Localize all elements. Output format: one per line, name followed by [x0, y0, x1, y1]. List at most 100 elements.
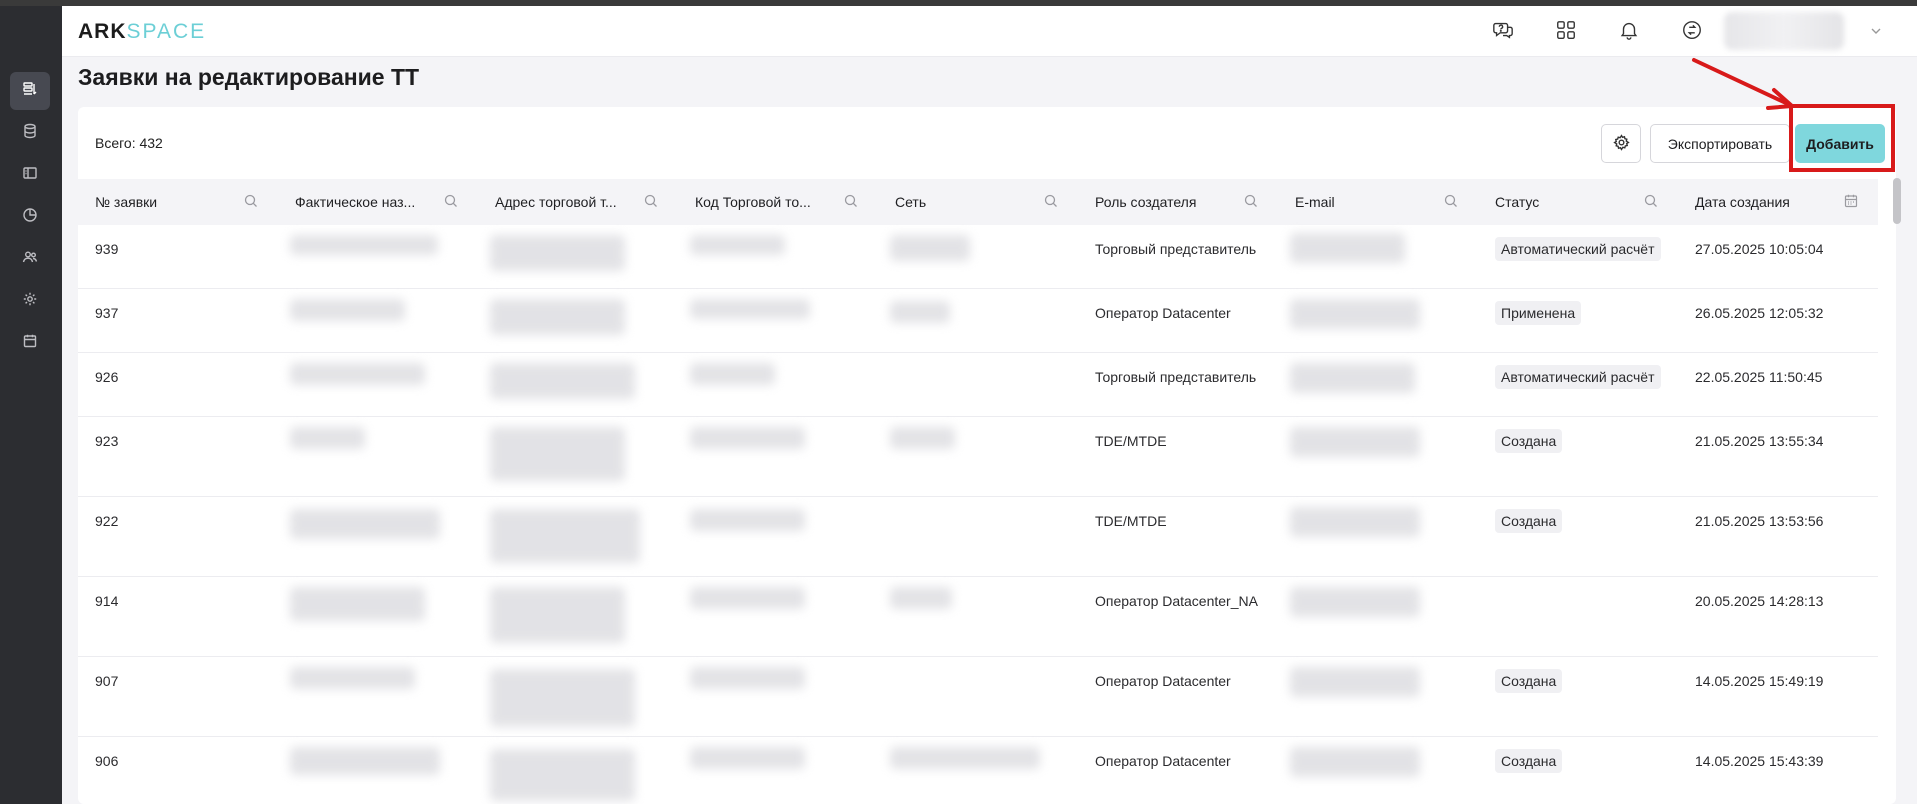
- redacted-cell: [1290, 233, 1405, 263]
- redacted-cell: [290, 235, 438, 255]
- table-row[interactable]: 907 Оператор Datacenter Создана 14.05.20…: [78, 657, 1878, 737]
- table-row[interactable]: 939 Торговый представитель Автоматически…: [78, 225, 1878, 289]
- top-header: ARKSPACE: [62, 6, 1917, 57]
- requests-icon: [22, 81, 38, 102]
- status-badge: Создана: [1495, 429, 1563, 453]
- table-row[interactable]: 906 Оператор Datacenter Создана 14.05.20…: [78, 737, 1878, 804]
- redacted-cell: [690, 667, 805, 689]
- column-header-creator-role[interactable]: Роль создателя: [1095, 179, 1196, 225]
- redacted-cell: [1290, 587, 1420, 617]
- redacted-cell: [1290, 427, 1420, 457]
- layout-icon: [22, 165, 38, 186]
- column-header-actual-name[interactable]: Фактическое наз...: [295, 179, 415, 225]
- search-icon[interactable]: [1043, 193, 1059, 209]
- column-header-status[interactable]: Статус: [1495, 179, 1539, 225]
- redacted-cell: [490, 427, 625, 481]
- cell-id: 906: [95, 753, 119, 769]
- redacted-cell: [1290, 507, 1420, 537]
- search-icon[interactable]: [1443, 193, 1459, 209]
- table-row[interactable]: 937 Оператор Datacenter Применена 26.05.…: [78, 289, 1878, 353]
- cell-date: 22.05.2025 11:50:45: [1695, 369, 1823, 385]
- sync-button[interactable]: [1680, 20, 1704, 44]
- cell-id: 923: [95, 433, 119, 449]
- cell-role: Оператор Datacenter: [1095, 673, 1231, 689]
- search-icon[interactable]: [643, 193, 659, 209]
- status-badge: Создана: [1495, 749, 1563, 773]
- database-icon: [22, 123, 38, 144]
- app-logo[interactable]: ARKSPACE: [78, 20, 206, 44]
- table-settings-button[interactable]: [1601, 124, 1641, 163]
- sidebar-item-calendar[interactable]: [10, 324, 50, 362]
- cell-role: TDE/MTDE: [1095, 433, 1167, 449]
- redacted-cell: [490, 509, 640, 563]
- sidebar-item-database[interactable]: [10, 114, 50, 152]
- search-icon[interactable]: [443, 193, 459, 209]
- cell-date: 14.05.2025 15:43:39: [1695, 753, 1824, 769]
- search-icon[interactable]: [243, 193, 259, 209]
- sidebar-item-settings[interactable]: [10, 282, 50, 320]
- column-header-address[interactable]: Адрес торговой т...: [495, 179, 617, 225]
- redacted-cell: [490, 669, 635, 727]
- redacted-cell: [290, 747, 440, 775]
- search-icon[interactable]: [1243, 193, 1259, 209]
- export-button[interactable]: Экспортировать: [1650, 124, 1790, 163]
- column-header-network[interactable]: Сеть: [895, 179, 926, 225]
- help-chat-button[interactable]: [1491, 20, 1515, 44]
- status-badge: Создана: [1495, 669, 1563, 693]
- settings-icon: [22, 291, 38, 312]
- sidebar-item-layout[interactable]: [10, 156, 50, 194]
- table-row[interactable]: 926 Торговый представитель Автоматически…: [78, 353, 1878, 417]
- redacted-cell: [290, 363, 425, 385]
- column-header-outlet-code[interactable]: Код Торговой то...: [695, 179, 811, 225]
- sidebar-item-analytics[interactable]: [10, 198, 50, 236]
- logo-text-ark: ARK: [78, 20, 127, 43]
- redacted-cell: [690, 299, 810, 319]
- notifications-button[interactable]: [1617, 20, 1641, 44]
- redacted-cell: [690, 747, 805, 769]
- redacted-cell: [490, 299, 625, 335]
- add-button[interactable]: Добавить: [1795, 124, 1885, 163]
- redacted-cell: [890, 587, 952, 609]
- column-header-id[interactable]: № заявки: [95, 179, 157, 225]
- status-badge: Создана: [1495, 509, 1563, 533]
- redacted-cell: [890, 301, 950, 323]
- redacted-cell: [490, 749, 635, 801]
- sidebar-item-users[interactable]: [10, 240, 50, 278]
- pie-chart-icon: [22, 207, 38, 228]
- sidebar: [0, 6, 62, 804]
- apps-grid-icon: [1555, 19, 1577, 46]
- gear-icon: [1612, 133, 1630, 154]
- table-row[interactable]: 923 TDE/MTDE Создана 21.05.2025 13:55:34: [78, 417, 1878, 497]
- table-row[interactable]: 922 TDE/MTDE Создана 21.05.2025 13:53:56: [78, 497, 1878, 577]
- bell-icon: [1618, 19, 1640, 46]
- redacted-cell: [490, 363, 635, 399]
- cell-role: TDE/MTDE: [1095, 513, 1167, 529]
- page-title: Заявки на редактирование ТТ: [78, 64, 420, 90]
- table-row[interactable]: 914 Оператор Datacenter_NA 20.05.2025 14…: [78, 577, 1878, 657]
- column-header-email[interactable]: E-mail: [1295, 179, 1335, 225]
- users-icon: [22, 249, 38, 270]
- redacted-cell: [690, 363, 775, 385]
- user-menu[interactable]: [1724, 12, 1844, 50]
- calendar-icon[interactable]: [1843, 193, 1859, 209]
- status-badge: Автоматический расчёт: [1495, 237, 1661, 261]
- requests-card: Всего: 432 Экспортировать Добавить № зая…: [78, 107, 1896, 804]
- vertical-scrollbar[interactable]: [1893, 178, 1901, 224]
- search-icon[interactable]: [1643, 193, 1659, 209]
- redacted-cell: [690, 427, 805, 449]
- status-badge: Автоматический расчёт: [1495, 365, 1661, 389]
- calendar-icon: [22, 333, 38, 354]
- redacted-cell: [1290, 299, 1420, 329]
- column-header-created-date[interactable]: Дата создания: [1695, 179, 1790, 225]
- cell-date: 26.05.2025 12:05:32: [1695, 305, 1824, 321]
- sidebar-item-requests[interactable]: [10, 72, 50, 110]
- redacted-cell: [290, 587, 425, 621]
- redacted-cell: [1290, 667, 1420, 697]
- cell-date: 14.05.2025 15:49:19: [1695, 673, 1824, 689]
- cell-role: Оператор Datacenter_NA: [1095, 593, 1258, 609]
- redacted-cell: [890, 235, 970, 261]
- search-icon[interactable]: [843, 193, 859, 209]
- apps-grid-button[interactable]: [1554, 20, 1578, 44]
- chevron-down-icon[interactable]: [1869, 24, 1883, 38]
- cell-role: Оператор Datacenter: [1095, 753, 1231, 769]
